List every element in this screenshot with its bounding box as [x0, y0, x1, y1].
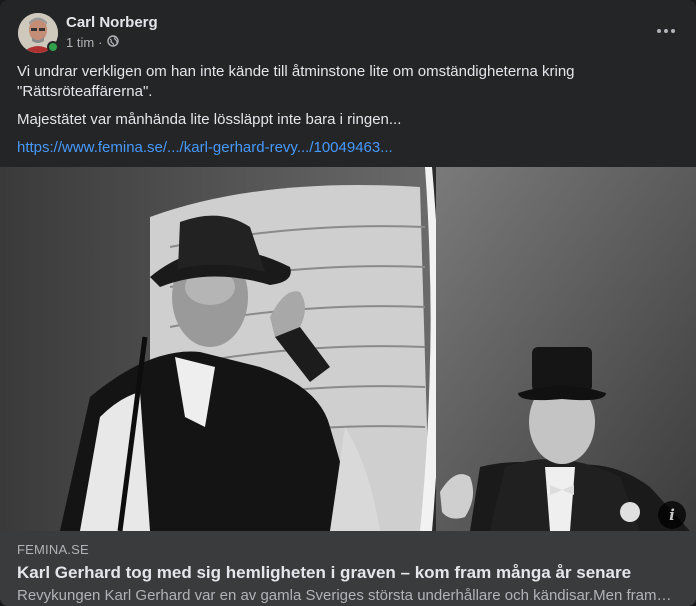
- meta-separator: ·: [98, 35, 103, 50]
- link-description: Revykungen Karl Gerhard var en av gamla …: [17, 587, 672, 604]
- link-domain: FEMINA.SE: [17, 542, 89, 557]
- post-text: Vi undrar verkligen om han inte kände ti…: [17, 62, 677, 166]
- link-preview-card[interactable]: FEMINA.SE Karl Gerhard tog med sig hemli…: [0, 531, 696, 606]
- link-preview-image[interactable]: i: [0, 167, 696, 531]
- post-link[interactable]: https://www.femina.se/.../karl-gerhard-r…: [17, 139, 393, 156]
- more-options-icon[interactable]: [654, 21, 678, 41]
- online-status-dot: [47, 41, 59, 53]
- post-paragraph-1: Vi undrar verkligen om han inte kände ti…: [17, 63, 575, 100]
- link-title[interactable]: Karl Gerhard tog med sig hemligheten i g…: [17, 563, 679, 583]
- post-paragraph-2: Majestätet var månhända lite lössläppt i…: [17, 111, 402, 128]
- author-avatar[interactable]: [18, 13, 59, 53]
- post-time[interactable]: 1 tim: [66, 35, 94, 50]
- post-meta: 1 tim ·: [66, 35, 119, 50]
- feed-post: Carl Norberg 1 tim · Vi undrar verkligen…: [0, 0, 696, 606]
- author-name[interactable]: Carl Norberg: [66, 14, 158, 31]
- globe-icon[interactable]: [106, 35, 119, 50]
- info-icon[interactable]: i: [658, 501, 686, 529]
- post-header: Carl Norberg 1 tim ·: [16, 11, 680, 53]
